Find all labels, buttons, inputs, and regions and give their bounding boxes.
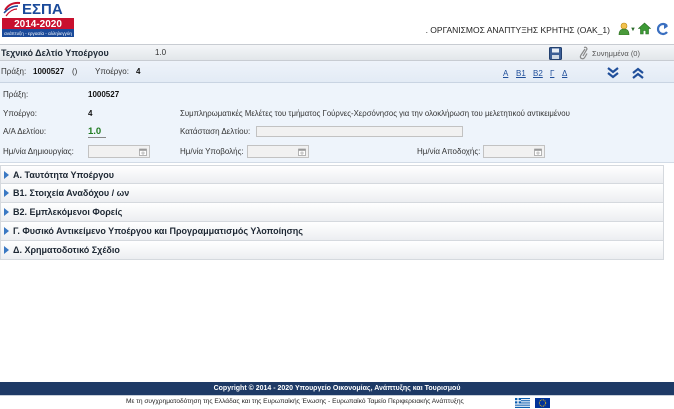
header: ΕΣΠΑ 2014-2020 ανάπτυξη - εργασία - αλλη… xyxy=(0,0,674,44)
nav-link-b2[interactable]: Β2 xyxy=(533,69,543,78)
espa-logo[interactable]: ΕΣΠΑ 2014-2020 ανάπτυξη - εργασία - αλλη… xyxy=(2,0,74,40)
version-label: 1.0 xyxy=(155,48,167,57)
chevron-down-icon[interactable]: ▼ xyxy=(630,27,636,33)
double-chevron-down-icon[interactable] xyxy=(607,67,619,79)
save-icon[interactable] xyxy=(549,47,562,60)
form-panel: Πράξη: 1000527 Υποέργο: 4 Συμπληρωματικέ… xyxy=(0,83,674,163)
apodoxi-label: Ημ/νία Αποδοχής: xyxy=(417,147,481,156)
triangle-right-icon xyxy=(4,227,9,235)
dimiourgia-label: Ημ/νία Δημιουργίας: xyxy=(3,147,74,156)
triangle-right-icon xyxy=(4,171,9,179)
nav-link-g[interactable]: Γ xyxy=(550,69,554,78)
praxi-field-label: Πράξη: xyxy=(3,90,29,99)
summary-bar: Πράξη: 1000527 () Υποέργο: 4 Α Β1 Β2 Γ Δ xyxy=(0,61,674,83)
calendar-icon[interactable] xyxy=(139,148,147,156)
cofinancing-bar: Με τη συγχρηματοδότηση της Ελλάδας και τ… xyxy=(0,395,674,409)
section-title: Α. Ταυτότητα Υποέργου xyxy=(13,170,115,180)
praxi-value: 1000527 xyxy=(33,67,65,76)
calendar-icon[interactable] xyxy=(534,148,542,156)
logout-icon[interactable] xyxy=(656,22,670,36)
logo-tagline: ανάπτυξη - εργασία - αλληλεγγύη xyxy=(4,30,72,37)
section-d-header[interactable]: Δ. Χρηματοδοτικό Σχέδιο xyxy=(0,241,664,260)
paperclip-icon[interactable] xyxy=(578,46,588,60)
eu-flag-icon xyxy=(535,398,550,408)
katastasi-label: Κατάσταση Δελτίου: xyxy=(180,127,251,136)
praxi-extra: () xyxy=(72,67,78,76)
home-icon[interactable] xyxy=(638,22,651,35)
triangle-right-icon xyxy=(4,246,9,254)
ypoergo-label: Υποέργο: xyxy=(95,67,129,76)
double-chevron-up-icon[interactable] xyxy=(632,67,644,79)
organization-name: . ΟΡΓΑΝΙΣΜΟΣ ΑΝΑΠΤΥΞΗΣ ΚΡΗΤΗΣ (OAK_1) xyxy=(425,25,610,35)
ypoergo-field-value: 4 xyxy=(88,109,93,118)
section-b2-header[interactable]: Β2. Εμπλεκόμενοι Φορείς xyxy=(0,203,664,222)
section-title: Β2. Εμπλεκόμενοι Φορείς xyxy=(13,207,123,217)
apodoxi-date-field[interactable] xyxy=(483,145,545,158)
copyright-bar: Copyright © 2014 - 2020 Υπουργείο Οικονο… xyxy=(0,382,674,395)
katastasi-field[interactable] xyxy=(256,126,463,137)
ypovoli-date-field[interactable] xyxy=(247,145,309,158)
ypoergo-value: 4 xyxy=(136,67,141,76)
attachments-link[interactable]: Συνημμένα (0) xyxy=(592,49,640,58)
cofinancing-text: Με τη συγχρηματοδότηση της Ελλάδας και τ… xyxy=(126,398,464,405)
nav-link-d[interactable]: Δ xyxy=(562,69,567,78)
sections-accordion: Α. Ταυτότητα Υποέργου Β1. Στοιχεία Αναδό… xyxy=(0,165,664,260)
aa-deltiou-input[interactable] xyxy=(88,125,106,138)
calendar-icon[interactable] xyxy=(298,148,306,156)
ypoergo-field-label: Υποέργο: xyxy=(3,109,37,118)
logo-years: 2014-2020 xyxy=(14,19,62,30)
nav-link-a[interactable]: Α xyxy=(503,69,508,78)
section-title: Γ. Φυσικό Αντικείμενο Υποέργου και Προγρ… xyxy=(13,226,303,236)
ypoergo-description: Συμπληρωματικές Μελέτες του τμήματος Γού… xyxy=(180,109,570,118)
section-g-header[interactable]: Γ. Φυσικό Αντικείμενο Υποέργου και Προγρ… xyxy=(0,222,664,241)
praxi-field-value: 1000527 xyxy=(88,90,120,99)
nav-link-b1[interactable]: Β1 xyxy=(516,69,526,78)
logo-text: ΕΣΠΑ xyxy=(22,1,63,18)
user-icon[interactable] xyxy=(618,22,630,35)
aa-deltiou-label: Α/Α Δελτίου: xyxy=(3,127,47,136)
title-bar: Τεχνικό Δελτίο Υποέργου 1.0 Συνημμένα (0… xyxy=(0,44,674,61)
page: ΕΣΠΑ 2014-2020 ανάπτυξη - εργασία - αλλη… xyxy=(0,0,674,409)
praxi-label: Πράξη: xyxy=(1,67,27,76)
dimiourgia-date-field[interactable] xyxy=(88,145,150,158)
section-b1-header[interactable]: Β1. Στοιχεία Αναδόχου / ων xyxy=(0,184,664,203)
espa-logo-graphic: ΕΣΠΑ 2014-2020 ανάπτυξη - εργασία - αλλη… xyxy=(2,1,74,37)
triangle-right-icon xyxy=(4,189,9,197)
greek-flag-icon xyxy=(515,398,530,408)
section-title: Β1. Στοιχεία Αναδόχου / ων xyxy=(13,188,130,198)
triangle-right-icon xyxy=(4,208,9,216)
section-a-header[interactable]: Α. Ταυτότητα Υποέργου xyxy=(0,165,664,184)
page-title: Τεχνικό Δελτίο Υποέργου xyxy=(1,48,109,58)
ypovoli-label: Ημ/νία Υποβολής: xyxy=(180,147,244,156)
section-title: Δ. Χρηματοδοτικό Σχέδιο xyxy=(13,245,120,255)
